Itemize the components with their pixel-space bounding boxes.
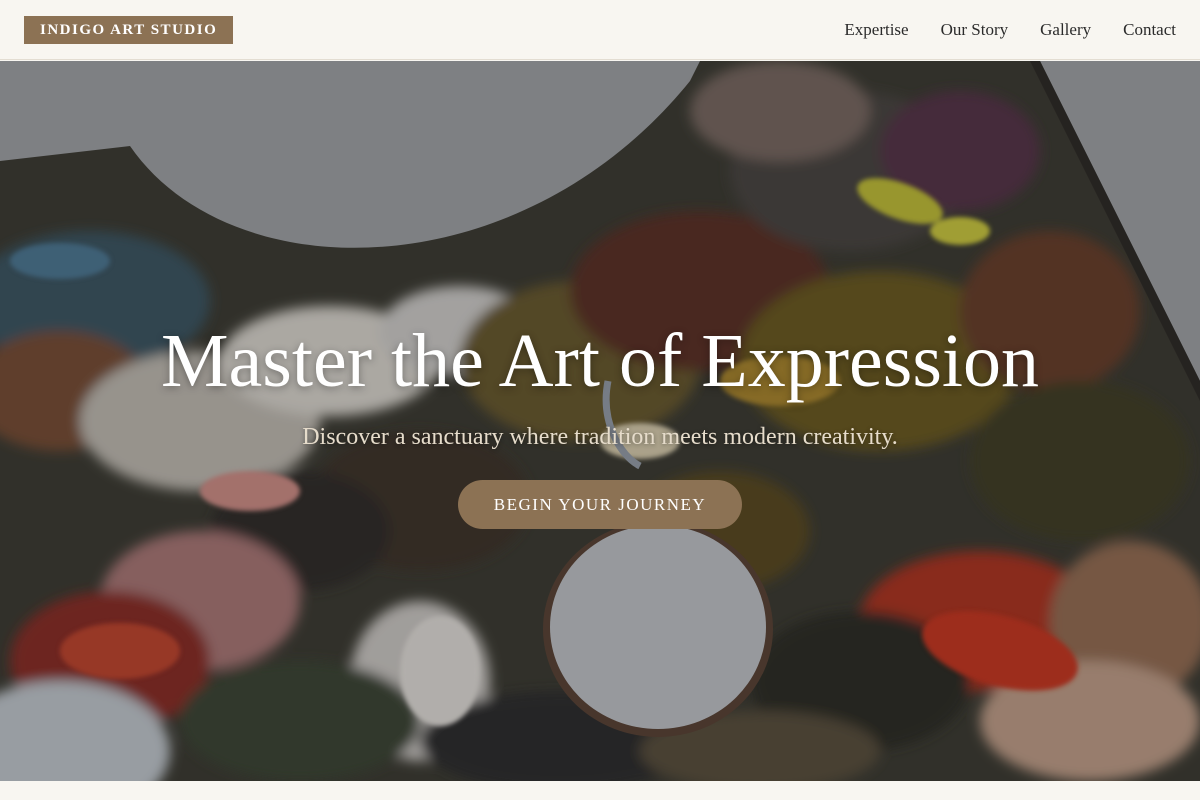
- main-nav: Expertise Our Story Gallery Contact: [844, 0, 1176, 60]
- next-section-edge: [0, 781, 1200, 800]
- top-navbar: INDIGO ART STUDIO Expertise Our Story Ga…: [0, 0, 1200, 60]
- hero-section: Master the Art of Expression Discover a …: [0, 61, 1200, 781]
- brand-logo[interactable]: INDIGO ART STUDIO: [24, 16, 234, 44]
- hero-subtitle: Discover a sanctuary where tradition mee…: [302, 424, 898, 450]
- begin-journey-button[interactable]: BEGIN YOUR JOURNEY: [458, 480, 742, 529]
- nav-link-expertise[interactable]: Expertise: [844, 20, 908, 40]
- nav-link-our-story[interactable]: Our Story: [941, 20, 1009, 40]
- nav-link-contact[interactable]: Contact: [1123, 20, 1176, 40]
- hero-title: Master the Art of Expression: [160, 319, 1040, 403]
- nav-link-gallery[interactable]: Gallery: [1040, 20, 1091, 40]
- hero-content: Master the Art of Expression Discover a …: [0, 61, 1200, 781]
